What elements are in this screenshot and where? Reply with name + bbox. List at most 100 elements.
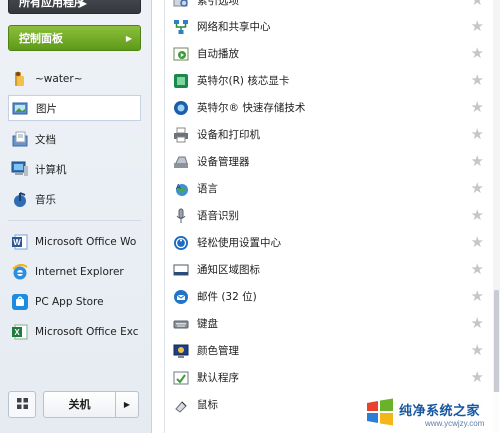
item-label: 键盘 bbox=[197, 318, 218, 330]
control-panel-item[interactable]: 自动播放 ★ bbox=[170, 40, 488, 67]
pin-star-icon[interactable]: ★ bbox=[471, 18, 484, 34]
power-controls: 关机 ▶ bbox=[8, 391, 141, 418]
shutdown-button[interactable]: 关机 bbox=[43, 391, 116, 418]
ease-of-access-icon bbox=[172, 234, 190, 252]
pinned-item-excel[interactable]: X Microsoft Office Exc bbox=[8, 319, 141, 345]
all-apps-label: 所有应用程序 bbox=[19, 0, 85, 9]
pinned-item-label: Internet Explorer bbox=[35, 266, 124, 278]
places-item-computer[interactable]: 计算机 bbox=[8, 156, 141, 182]
places-item-music[interactable]: 音乐 bbox=[8, 186, 141, 212]
places-item-pictures[interactable]: 图片 bbox=[8, 95, 141, 121]
chevron-right-icon: ▶ bbox=[125, 34, 132, 43]
control-panel-list: 索引选项 ★ 网络和共享中心 ★ 自动播放 ★ 英特尔(R) 核芯显卡 ★ 英特… bbox=[152, 0, 500, 433]
app-store-icon bbox=[11, 293, 29, 311]
all-apps-grid-button[interactable] bbox=[8, 391, 36, 418]
pin-star-icon[interactable]: ★ bbox=[471, 234, 484, 250]
intel-storage-icon bbox=[172, 99, 190, 117]
watermark-url: www.ycwjzy.com bbox=[425, 419, 485, 428]
shutdown-options-button[interactable]: ▶ bbox=[116, 391, 139, 418]
notification-icon bbox=[172, 261, 190, 279]
pin-star-icon[interactable]: ★ bbox=[471, 342, 484, 358]
item-label: 网络和共享中心 bbox=[197, 21, 271, 33]
pin-star-icon[interactable]: ★ bbox=[471, 153, 484, 169]
item-label: 轻松使用设置中心 bbox=[197, 237, 281, 249]
places-item-documents[interactable]: 文档 bbox=[8, 126, 141, 152]
control-panel-item[interactable]: 索引选项 ★ bbox=[170, 0, 488, 14]
item-label: 语言 bbox=[197, 183, 218, 195]
all-apps-button[interactable]: 所有应用程序 ▶ bbox=[8, 0, 141, 14]
control-panel-item[interactable]: 邮件 (32 位) ★ bbox=[170, 283, 488, 310]
item-label: 鼠标 bbox=[197, 399, 218, 411]
chevron-right-icon: ▶ bbox=[80, 0, 87, 8]
control-panel-item[interactable]: 默认程序 ★ bbox=[170, 364, 488, 391]
item-label: 语音识别 bbox=[197, 210, 239, 222]
control-panel-item[interactable]: 轻松使用设置中心 ★ bbox=[170, 229, 488, 256]
pinned-item-app-store[interactable]: PC App Store bbox=[8, 289, 141, 315]
divider bbox=[164, 0, 165, 433]
pin-star-icon[interactable]: ★ bbox=[471, 288, 484, 304]
watermark-logo: 纯净系统之家 www.ycwjzy.com bbox=[357, 392, 500, 433]
item-label: 邮件 (32 位) bbox=[197, 291, 257, 303]
pinned-item-ie[interactable]: Internet Explorer bbox=[8, 259, 141, 285]
places-item-label: 计算机 bbox=[35, 163, 67, 176]
pin-star-icon[interactable]: ★ bbox=[471, 0, 484, 8]
scrollbar[interactable] bbox=[493, 0, 500, 433]
control-panel-item[interactable]: 设备和打印机 ★ bbox=[170, 121, 488, 148]
chevron-right-icon: ▶ bbox=[123, 400, 131, 409]
svg-text:W: W bbox=[13, 238, 21, 247]
control-panel-item[interactable]: 通知区域图标 ★ bbox=[170, 256, 488, 283]
pictures-icon bbox=[12, 99, 30, 117]
pin-star-icon[interactable]: ★ bbox=[471, 45, 484, 61]
ie-icon bbox=[11, 263, 29, 281]
music-icon bbox=[11, 190, 29, 208]
language-icon: A bbox=[172, 180, 190, 198]
svg-text:X: X bbox=[14, 328, 20, 337]
control-panel-item[interactable]: 设备管理器 ★ bbox=[170, 148, 488, 175]
intel-graphics-icon bbox=[172, 72, 190, 90]
grid-icon bbox=[16, 397, 28, 412]
item-label: 设备管理器 bbox=[197, 156, 250, 168]
printer-icon bbox=[172, 126, 190, 144]
pin-star-icon[interactable]: ★ bbox=[471, 126, 484, 142]
autoplay-icon bbox=[172, 45, 190, 63]
control-panel-item[interactable]: 英特尔(R) 核芯显卡 ★ bbox=[170, 67, 488, 94]
pin-star-icon[interactable]: ★ bbox=[471, 369, 484, 385]
control-panel-item[interactable]: 英特尔® 快速存储技术 ★ bbox=[170, 94, 488, 121]
mail-icon bbox=[172, 288, 190, 306]
pin-star-icon[interactable]: ★ bbox=[471, 315, 484, 331]
user-name: ~water~ bbox=[35, 73, 83, 85]
control-panel-item[interactable]: A 语言 ★ bbox=[170, 175, 488, 202]
pin-star-icon[interactable]: ★ bbox=[471, 207, 484, 223]
pin-star-icon[interactable]: ★ bbox=[471, 99, 484, 115]
control-panel-label: 控制面板 bbox=[19, 32, 63, 45]
watermark-title: 纯净系统之家 bbox=[399, 404, 481, 419]
network-icon bbox=[172, 18, 190, 36]
control-panel-item[interactable]: 语音识别 ★ bbox=[170, 202, 488, 229]
pinned-item-label: Microsoft Office Exc bbox=[35, 326, 139, 338]
pinned-item-label: PC App Store bbox=[35, 296, 104, 308]
microphone-icon bbox=[172, 207, 190, 225]
keyboard-icon bbox=[172, 315, 190, 333]
control-panel-button[interactable]: 控制面板 ▶ bbox=[8, 25, 141, 51]
pinned-item-label: Microsoft Office Wo bbox=[35, 236, 137, 248]
pin-star-icon[interactable]: ★ bbox=[471, 72, 484, 88]
pinned-item-word[interactable]: W Microsoft Office Wo bbox=[8, 229, 141, 255]
item-label: 颜色管理 bbox=[197, 345, 239, 357]
user-folder-item[interactable]: ~water~ bbox=[8, 66, 141, 92]
control-panel-item[interactable]: 网络和共享中心 ★ bbox=[170, 13, 488, 40]
default-programs-icon bbox=[172, 369, 190, 387]
item-label: 设备和打印机 bbox=[197, 129, 260, 141]
divider bbox=[8, 220, 141, 221]
pin-star-icon[interactable]: ★ bbox=[471, 261, 484, 277]
places-item-label: 图片 bbox=[36, 102, 57, 115]
item-label: 索引选项 bbox=[197, 0, 239, 7]
computer-icon bbox=[11, 160, 29, 178]
word-icon: W bbox=[11, 233, 29, 251]
item-label: 英特尔® 快速存储技术 bbox=[197, 102, 306, 114]
excel-icon: X bbox=[11, 323, 29, 341]
control-panel-item[interactable]: 键盘 ★ bbox=[170, 310, 488, 337]
item-label: 通知区域图标 bbox=[197, 264, 260, 276]
places-item-label: 音乐 bbox=[35, 193, 56, 206]
control-panel-item[interactable]: 颜色管理 ★ bbox=[170, 337, 488, 364]
pin-star-icon[interactable]: ★ bbox=[471, 180, 484, 196]
